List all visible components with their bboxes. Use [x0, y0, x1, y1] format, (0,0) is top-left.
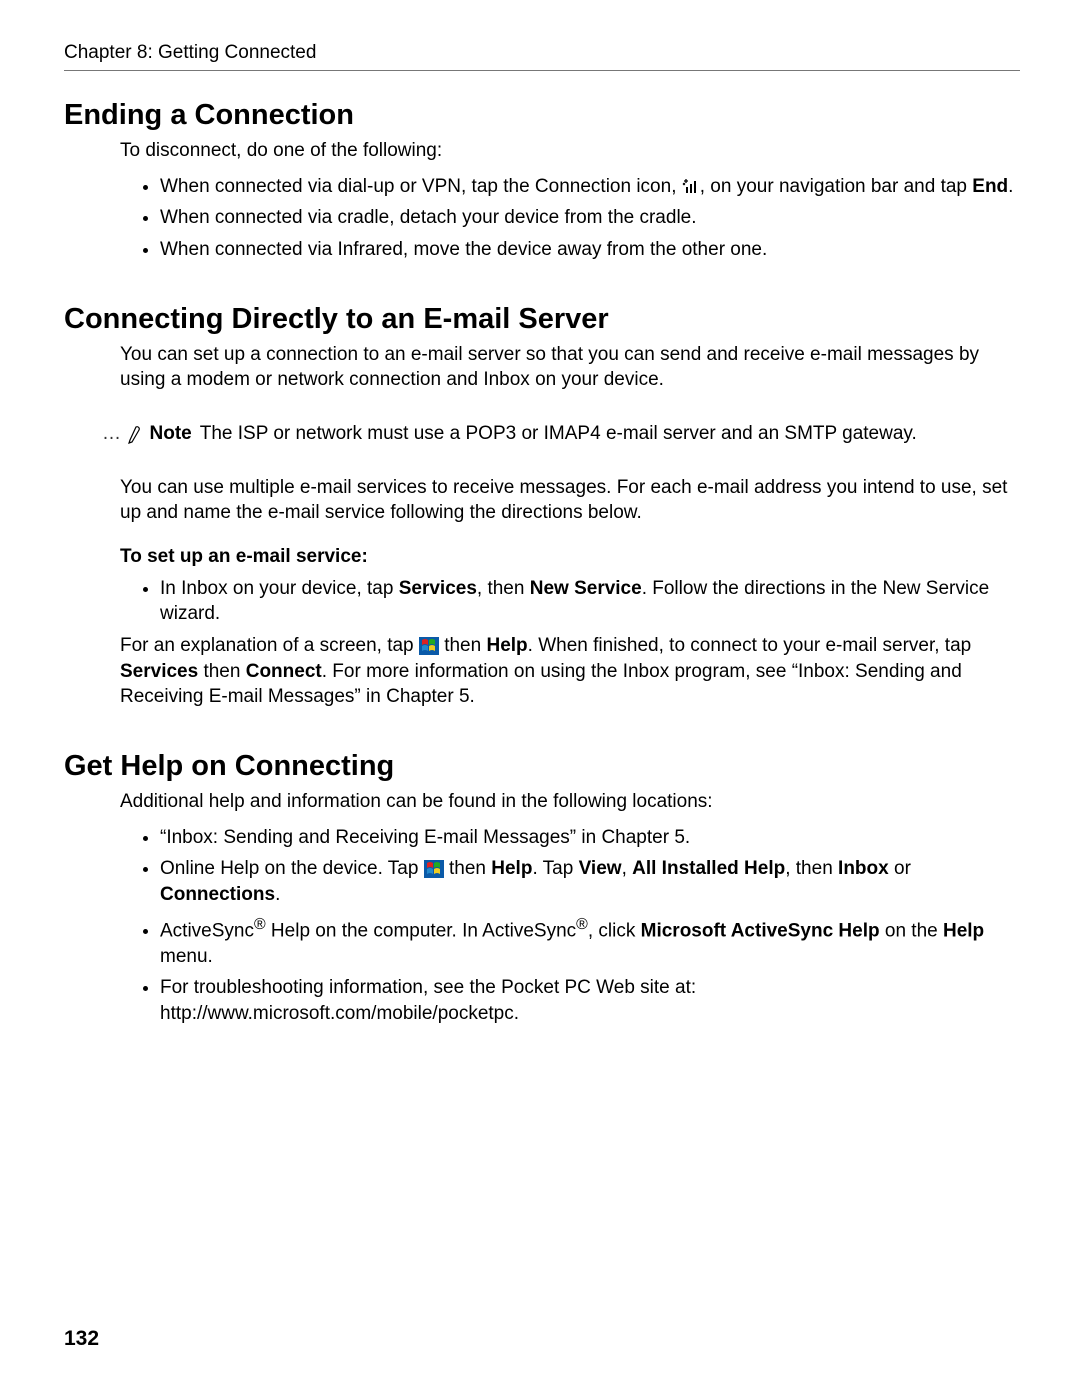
windows-start-icon [419, 633, 439, 659]
running-header: Chapter 8: Getting Connected [64, 42, 1020, 71]
section2-bullet-list: In Inbox on your device, tap Services, t… [120, 576, 1020, 627]
windows-start-icon [424, 856, 444, 882]
text: on the [880, 920, 943, 941]
list-item: When connected via cradle, detach your d… [160, 205, 1020, 231]
text-bold: All Installed Help [632, 858, 785, 879]
text: . Tap [532, 858, 578, 879]
pencil-icon [126, 424, 142, 444]
text: Help on the computer. In ActiveSync [266, 920, 577, 941]
text: In Inbox on your device, tap [160, 578, 399, 599]
text: When connected via dial-up or VPN, tap t… [160, 176, 682, 197]
section3-intro: Additional help and information can be f… [120, 789, 1020, 815]
heading-ending-a-connection: Ending a Connection [64, 99, 1020, 132]
list-item: When connected via Infrared, move the de… [160, 237, 1020, 263]
note-dots-icon: … [102, 421, 122, 447]
text: For an explanation of a screen, tap [120, 635, 419, 656]
text-bold: Help [491, 858, 532, 879]
list-item: ActiveSync® Help on the computer. In Act… [160, 914, 1020, 970]
section3-bullet-list: “Inbox: Sending and Receiving E-mail Mes… [120, 825, 1020, 1027]
section1-intro: To disconnect, do one of the following: [120, 138, 1020, 164]
text: . [1008, 176, 1013, 197]
page-number: 132 [64, 1327, 99, 1351]
text: then [444, 858, 492, 879]
text-bold: Help [486, 635, 527, 656]
note-label: Note [150, 421, 192, 447]
list-item: “Inbox: Sending and Receiving E-mail Mes… [160, 825, 1020, 851]
text: . [275, 884, 280, 905]
heading-get-help: Get Help on Connecting [64, 750, 1020, 783]
text: , then [477, 578, 530, 599]
text: Online Help on the device. Tap [160, 858, 424, 879]
text-bold: New Service [530, 578, 642, 599]
text: . When finished, to connect to your e-ma… [528, 635, 972, 656]
registered-mark: ® [576, 916, 588, 933]
list-item: Online Help on the device. Tap then Help… [160, 856, 1020, 907]
text: or [889, 858, 911, 879]
text-bold: Help [943, 920, 984, 941]
text-bold: Services [120, 661, 198, 682]
registered-mark: ® [254, 916, 266, 933]
section2-p2: You can use multiple e-mail services to … [120, 475, 1020, 526]
note-text: The ISP or network must use a POP3 or IM… [200, 421, 917, 447]
text-bold: Microsoft ActiveSync Help [641, 920, 880, 941]
text: , click [588, 920, 641, 941]
text-bold: Inbox [838, 858, 889, 879]
subhead-setup-email: To set up an e-mail service: [120, 544, 1020, 570]
section2-p1: You can set up a connection to an e-mail… [120, 342, 1020, 393]
section2-p3: For an explanation of a screen, tap then… [120, 633, 1020, 710]
text-bold: Services [399, 578, 477, 599]
heading-connecting-email-server: Connecting Directly to an E-mail Server [64, 303, 1020, 336]
text-bold: End [972, 176, 1008, 197]
list-item: For troubleshooting information, see the… [160, 975, 1020, 1026]
text: , on your navigation bar and tap [700, 176, 973, 197]
text-bold: Connect [246, 661, 322, 682]
section1-bullet-list: When connected via dial-up or VPN, tap t… [120, 174, 1020, 263]
text: , [622, 858, 633, 879]
text: menu. [160, 946, 213, 967]
list-item: When connected via dial-up or VPN, tap t… [160, 174, 1020, 200]
text: then [439, 635, 487, 656]
text: ActiveSync [160, 920, 254, 941]
text-bold: View [579, 858, 622, 879]
text-bold: Connections [160, 884, 275, 905]
text: , then [785, 858, 838, 879]
connection-icon [682, 174, 700, 200]
text: then [198, 661, 246, 682]
note-block: … Note The ISP or network must use a POP… [102, 421, 1020, 447]
list-item: In Inbox on your device, tap Services, t… [160, 576, 1020, 627]
